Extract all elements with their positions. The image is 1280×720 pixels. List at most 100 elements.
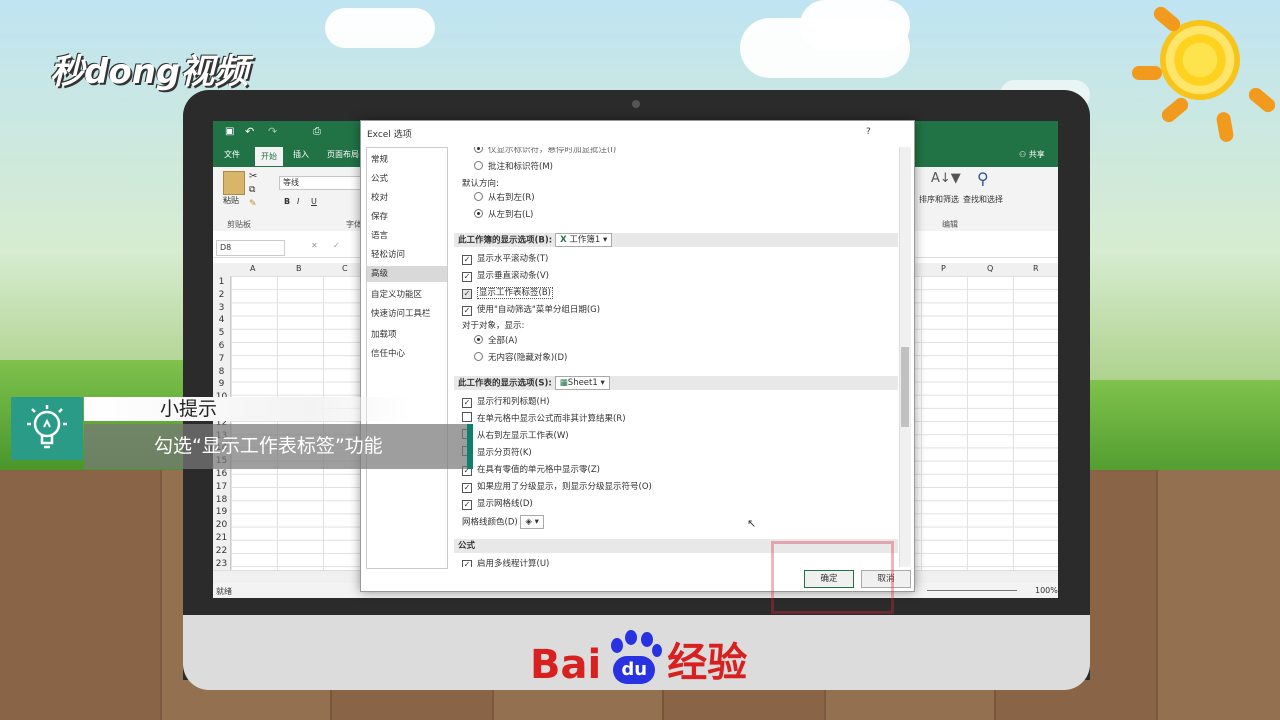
checkbox: ✓ [462, 483, 472, 493]
row-header[interactable]: 3 [213, 302, 230, 315]
nav-advanced[interactable]: 高级 [367, 266, 447, 282]
option-objects-nothing[interactable]: 无内容(隐藏对象)(D) [474, 351, 567, 365]
column-header[interactable]: A [250, 264, 255, 273]
row-header[interactable]: 8 [213, 366, 230, 379]
row-header[interactable]: 7 [213, 353, 230, 366]
option-show-headers[interactable]: ✓ 显示行和列标题(H) [462, 395, 550, 409]
radio [474, 209, 483, 218]
checkbox: ✓ [462, 306, 472, 316]
option-outline-symbols[interactable]: ✓ 如果应用了分级显示，则显示分级显示符号(O) [462, 480, 652, 494]
option-right-to-left[interactable]: 从右到左(R) [474, 191, 535, 205]
scroll-thumb[interactable] [901, 347, 909, 427]
option-left-to-right[interactable]: 从左到右(L) [474, 208, 533, 222]
option-label: 显示网格线(D) [477, 499, 533, 509]
paste-icon[interactable] [223, 171, 245, 195]
row-header[interactable]: 22 [213, 545, 230, 558]
name-box-value: D8 [220, 243, 232, 252]
sort-filter-icon[interactable]: A↓▼ [931, 171, 961, 186]
row-header[interactable]: 5 [213, 327, 230, 340]
option-show-hscroll[interactable]: ✓ 显示水平滚动条(T) [462, 252, 548, 266]
column-header[interactable]: P [941, 264, 946, 273]
save-icon[interactable]: ▣ [225, 126, 234, 137]
section-title: 公式 [458, 541, 476, 551]
option-show-gridlines[interactable]: ✓ 显示网格线(D) [462, 497, 533, 511]
row-header[interactable]: 6 [213, 340, 230, 353]
row-header[interactable]: 2 [213, 289, 230, 302]
underline-button[interactable]: U [311, 197, 317, 206]
option-rtl-sheet[interactable]: 从右到左显示工作表(W) [462, 429, 569, 443]
cancel-entry-icon[interactable]: ✕ [311, 241, 318, 250]
column-header[interactable]: Q [987, 264, 993, 273]
option-objects-all[interactable]: 全部(A) [474, 334, 517, 348]
edit-group-label: 编辑 [942, 220, 958, 229]
nav-accessibility[interactable]: 轻松访问 [371, 247, 443, 263]
font-name-box[interactable]: 等线 [279, 176, 364, 190]
zoom-level[interactable]: 100% [1035, 586, 1058, 595]
bold-button[interactable]: B [284, 197, 290, 206]
nav-trust-center[interactable]: 信任中心 [371, 346, 443, 362]
section-title: 此工作簿的显示选项(B): [458, 235, 553, 246]
nav-proofing[interactable]: 校对 [371, 190, 443, 206]
paste-label[interactable]: 粘贴 [223, 195, 239, 206]
tab-file[interactable]: 文件 [224, 149, 240, 160]
tab-home[interactable]: 开始 [255, 147, 283, 166]
option-show-vscroll[interactable]: ✓ 显示垂直滚动条(V) [462, 269, 549, 283]
find-select-label[interactable]: 查找和选择 [963, 194, 1003, 205]
row-header[interactable]: 20 [213, 519, 230, 532]
option-show-formulas[interactable]: 在单元格中显示公式而非其计算结果(R) [462, 412, 626, 426]
undo-icon[interactable]: ↶ [245, 125, 254, 138]
row-header[interactable]: 21 [213, 532, 230, 545]
nav-general[interactable]: 常规 [371, 152, 443, 168]
row-header[interactable]: 18 [213, 494, 230, 507]
tab-insert[interactable]: 插入 [293, 149, 309, 160]
column-header[interactable]: C [342, 264, 348, 273]
enter-entry-icon[interactable]: ✓ [333, 241, 340, 250]
cloud [325, 8, 435, 48]
checkbox: ✓ [462, 255, 472, 265]
row-header[interactable]: 19 [213, 506, 230, 519]
row-header[interactable]: 1 [213, 276, 230, 289]
copy-icon[interactable]: ⧉ [249, 185, 255, 195]
option-group-dates[interactable]: ✓ 使用"自动筛选"菜单分组日期(G) [462, 303, 600, 317]
name-box[interactable]: D8 [216, 240, 285, 256]
row-header[interactable]: 4 [213, 314, 230, 327]
sun-ray [1159, 94, 1191, 126]
row-header[interactable]: 23 [213, 558, 230, 571]
option-comments-indicators[interactable]: 批注和标识符(M) [474, 160, 553, 174]
row-header[interactable]: 9 [213, 378, 230, 391]
workbook-select[interactable]: X 工作簿1 ▾ [555, 233, 613, 247]
radio [474, 147, 483, 153]
column-header[interactable]: B [296, 264, 302, 273]
column-header[interactable]: R [1033, 264, 1039, 273]
nav-language[interactable]: 语言 [371, 228, 443, 244]
option-indicator-only[interactable]: 仅显示标识符，悬停时加显批注(I) [474, 147, 616, 157]
nav-addins[interactable]: 加载项 [371, 327, 443, 343]
option-show-zero[interactable]: ✓ 在具有零值的单元格中显示零(Z) [462, 463, 600, 477]
status-text: 就绪 [216, 587, 232, 596]
cut-icon[interactable]: ✂ [249, 171, 257, 182]
nav-formulas[interactable]: 公式 [371, 171, 443, 187]
row-header[interactable]: 17 [213, 481, 230, 494]
option-show-sheet-tabs[interactable]: ✓ 显示工作表标签(B) [462, 286, 553, 300]
zoom-slider[interactable] [927, 590, 1017, 591]
jingyan-text: 经验 [667, 640, 748, 686]
italic-button[interactable]: I [297, 197, 299, 206]
help-button[interactable]: ? [866, 127, 871, 137]
search-icon[interactable]: ⚲ [977, 169, 989, 188]
row-header[interactable]: 16 [213, 468, 230, 481]
sort-filter-label[interactable]: 排序和筛选 [919, 194, 959, 205]
options-scrollbar[interactable] [899, 147, 911, 567]
print-icon[interactable]: ⎙ [313, 126, 321, 137]
redo-icon[interactable]: ↷ [268, 125, 277, 138]
gridline-color-picker[interactable]: ◈ ▾ [520, 515, 544, 529]
highlight-box [771, 541, 894, 614]
share-button[interactable]: ⚇ 共享 [1019, 149, 1045, 160]
option-label: 如果应用了分级显示，则显示分级显示符号(O) [477, 482, 652, 492]
option-multithread[interactable]: ✓ 启用多线程计算(U) [462, 557, 549, 567]
nav-save[interactable]: 保存 [371, 209, 443, 225]
nav-customize-ribbon[interactable]: 自定义功能区 [371, 287, 443, 303]
nav-quick-access-toolbar[interactable]: 快速访问工具栏 [371, 306, 443, 322]
sheet-select[interactable]: ▦Sheet1 ▾ [554, 376, 610, 390]
format-painter-icon[interactable]: ✎ [249, 199, 257, 209]
tab-page-layout[interactable]: 页面布局 [327, 149, 359, 160]
